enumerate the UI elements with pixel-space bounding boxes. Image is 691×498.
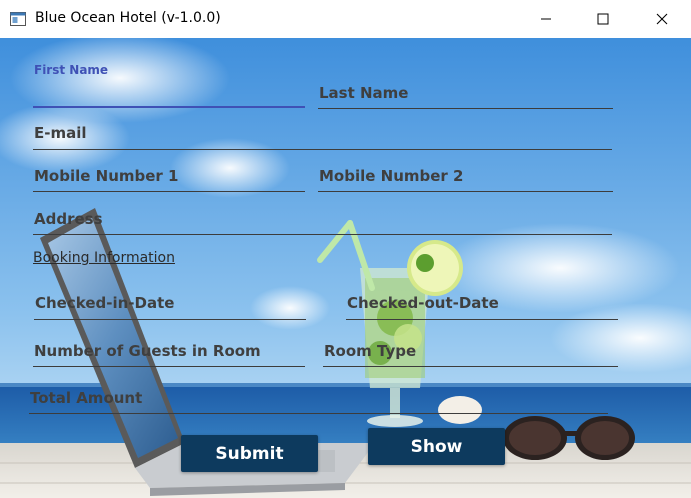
mobile-number-1-label: Mobile Number 1 [34,167,179,185]
maximize-icon [597,13,609,25]
app-window: Blue Ocean Hotel (v-1.0.0) First Name La… [0,0,691,498]
mobile-number-2-underline [318,191,613,192]
submit-button[interactable]: Submit [181,435,318,472]
address-underline [33,234,612,235]
mobile-number-1-underline [33,191,305,192]
window-title: Blue Ocean Hotel (v-1.0.0) [35,10,221,26]
first-name-underline [33,106,305,108]
last-name-underline [318,108,613,109]
minimize-icon [541,18,551,20]
room-type-label: Room Type [324,342,417,360]
checked-in-date-label: Checked-in-Date [35,294,175,312]
mobile-number-2-label: Mobile Number 2 [319,167,464,185]
email-label: E-mail [34,124,87,142]
guests-label: Number of Guests in Room [34,342,261,360]
checked-out-date-label: Checked-out-Date [347,294,499,312]
room-type-underline [323,366,618,367]
close-icon [656,13,668,25]
title-bar: Blue Ocean Hotel (v-1.0.0) [0,0,691,38]
guests-underline [33,366,305,367]
booking-information-link[interactable]: Booking Information [33,250,175,266]
total-amount-label: Total Amount [30,389,143,407]
app-icon [10,12,26,26]
email-underline [33,149,612,150]
close-button[interactable] [634,0,690,38]
last-name-label: Last Name [319,84,409,102]
checked-in-date-underline [34,319,306,320]
checked-out-date-underline [346,319,618,320]
minimize-button[interactable] [518,0,574,38]
maximize-button[interactable] [575,0,631,38]
first-name-label: First Name [34,63,109,77]
show-button[interactable]: Show [368,428,505,465]
total-amount-underline [29,413,608,414]
address-label: Address [34,210,103,228]
